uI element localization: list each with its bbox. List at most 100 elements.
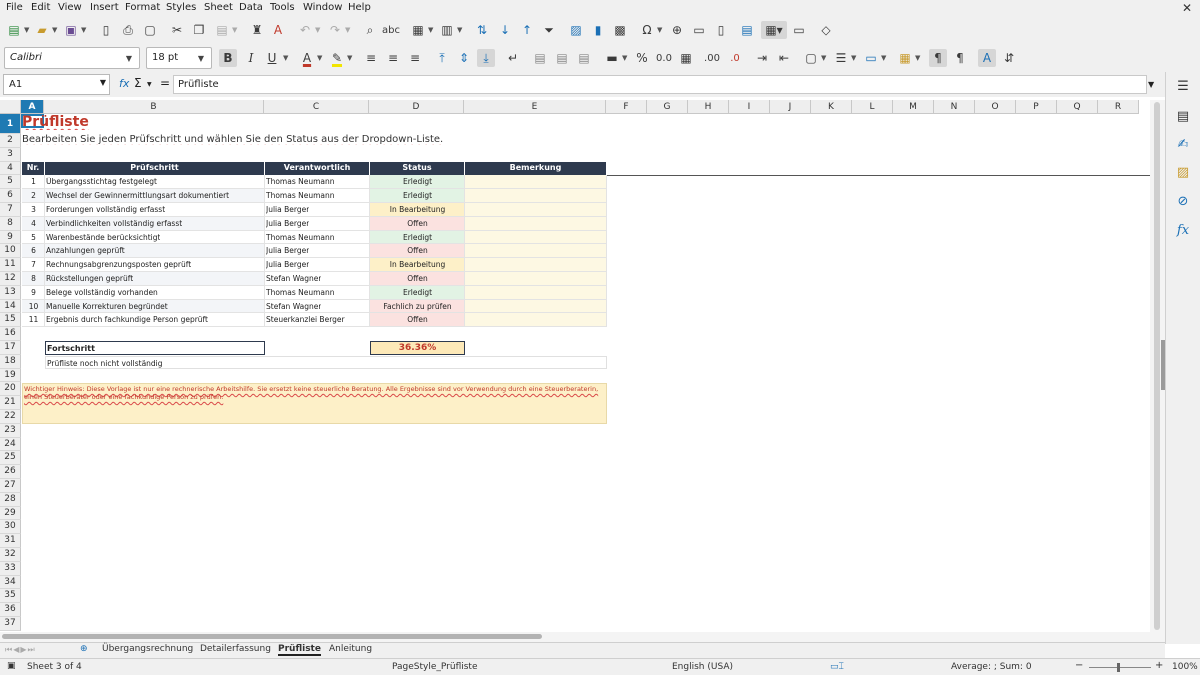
row-header[interactable]: 14 <box>0 299 21 314</box>
cell-nr[interactable]: 10 <box>22 299 45 314</box>
styles-icon[interactable]: ✍ <box>1174 135 1192 153</box>
progress-note-cell[interactable]: Prüfliste noch nicht vollständig <box>45 356 607 369</box>
chevron-down-icon[interactable]: ▼ <box>821 54 826 62</box>
cell-status[interactable]: Erledigt <box>370 285 465 300</box>
cell-step[interactable]: Belege vollständig vorhanden <box>45 285 265 300</box>
cell-step[interactable]: Rückstellungen geprüft <box>45 272 265 286</box>
cell-status[interactable]: Erledigt <box>370 230 465 245</box>
delete-decimal-icon[interactable]: .0 <box>726 49 744 67</box>
menu-window[interactable]: Window <box>303 2 342 13</box>
sheet-info[interactable]: Sheet 3 of 4 <box>27 662 82 672</box>
row-header[interactable]: 25 <box>0 451 21 466</box>
cell-step[interactable]: Verbindlichkeiten vollständig erfasst <box>45 216 265 231</box>
row-header[interactable]: 2 <box>0 134 21 148</box>
functions-icon[interactable]: fx <box>1174 221 1192 239</box>
row-header[interactable]: 29 <box>0 506 21 521</box>
bold-icon[interactable]: B <box>219 49 237 67</box>
align-center-icon[interactable]: ≡ <box>384 49 402 67</box>
row-header[interactable]: 32 <box>0 548 21 562</box>
chevron-down-icon[interactable]: ▼ <box>317 54 322 62</box>
image-icon[interactable]: ▨ <box>567 21 585 39</box>
cell-owner[interactable]: Thomas Neumann <box>265 230 370 245</box>
header-verantwortlich[interactable]: Verantwortlich <box>265 162 370 175</box>
cell-nr[interactable]: 6 <box>22 244 45 259</box>
progress-value-cell[interactable]: 36.36% <box>370 341 465 355</box>
menu-tools[interactable]: Tools <box>270 2 295 13</box>
merge-cells-icon[interactable]: ▤ <box>553 49 571 67</box>
zoom-level[interactable]: 100% <box>1172 662 1198 672</box>
cell-remark[interactable] <box>465 299 607 314</box>
freeze-icon[interactable]: ▦▾ <box>761 21 787 39</box>
name-box[interactable]: A1 ▼ <box>3 74 110 95</box>
text-vertical-icon[interactable]: ⇵ <box>1000 49 1018 67</box>
row-header[interactable]: 9 <box>0 230 21 245</box>
cell-nr[interactable]: 9 <box>22 285 45 300</box>
tab-uebergangsrechnung[interactable]: Übergangsrechnung <box>102 644 193 654</box>
cell-nr[interactable]: 2 <box>22 189 45 203</box>
add-sheet-icon[interactable]: ⊕ <box>80 644 88 654</box>
chevron-down-icon[interactable]: ▼ <box>881 54 886 62</box>
chevron-down-icon[interactable]: ▼ <box>192 49 210 67</box>
align-middle-icon[interactable]: ⇕ <box>455 49 473 67</box>
row-header[interactable]: 30 <box>0 520 21 535</box>
row-header[interactable]: 31 <box>0 534 21 548</box>
cell-nr[interactable]: 11 <box>22 313 45 328</box>
column-header[interactable]: C <box>264 100 369 114</box>
row-header[interactable]: 20 <box>0 382 21 397</box>
cell-nr[interactable]: 5 <box>22 230 45 245</box>
tab-pruefliste[interactable]: Prüfliste <box>278 644 321 656</box>
column-header[interactable]: F <box>606 100 647 114</box>
cell-nr[interactable]: 1 <box>22 175 45 190</box>
chevron-down-icon[interactable]: ▼ <box>315 26 320 34</box>
row-header[interactable]: 22 <box>0 410 21 424</box>
headers-footers-icon[interactable]: ▯ <box>712 21 730 39</box>
menu-styles[interactable]: Styles <box>166 2 196 13</box>
cell-owner[interactable]: Thomas Neumann <box>265 285 370 300</box>
selection-mode-icon[interactable]: ▭⌶ <box>830 662 844 672</box>
cell-owner[interactable]: Julia Berger <box>265 244 370 259</box>
cell-status[interactable]: Offen <box>370 216 465 231</box>
row-header[interactable]: 24 <box>0 437 21 452</box>
cell-remark[interactable] <box>465 272 607 286</box>
merge-center-icon[interactable]: ▤ <box>531 49 549 67</box>
font-color-icon[interactable]: A <box>298 49 316 67</box>
menu-format[interactable]: Format <box>125 2 160 13</box>
cell-owner[interactable]: Thomas Neumann <box>265 189 370 203</box>
properties-icon[interactable]: ▤ <box>1174 107 1192 125</box>
cell-step[interactable]: Anzahlungen geprüft <box>45 244 265 259</box>
date-format-icon[interactable]: ▦ <box>677 49 695 67</box>
text-horizontal-icon[interactable]: A <box>978 49 996 67</box>
comment-icon[interactable]: ▭ <box>690 21 708 39</box>
align-right-icon[interactable]: ≡ <box>406 49 424 67</box>
chevron-down-icon[interactable]: ▼ <box>52 26 57 34</box>
cell-status[interactable]: Fachlich zu prüfen <box>370 299 465 314</box>
show-draw-icon[interactable]: ◇ <box>817 21 835 39</box>
italic-icon[interactable]: I <box>242 49 260 67</box>
increase-indent-icon[interactable]: ⇥ <box>753 49 771 67</box>
row-icon[interactable]: ▦ <box>409 21 427 39</box>
cell-remark[interactable] <box>465 313 607 328</box>
chevron-down-icon[interactable]: ▼ <box>851 54 856 62</box>
cell-remark[interactable] <box>465 175 607 190</box>
highlight-color-icon[interactable]: ✎ <box>328 49 346 67</box>
menu-data[interactable]: Data <box>239 2 263 13</box>
row-header[interactable]: 13 <box>0 285 21 300</box>
cell-owner[interactable]: Thomas Neumann <box>265 175 370 190</box>
menu-help[interactable]: Help <box>348 2 371 13</box>
sort-icon[interactable]: ⇅ <box>473 21 491 39</box>
scroll-splitter[interactable] <box>1161 340 1165 390</box>
align-bottom-icon[interactable]: ⤓ <box>477 49 495 67</box>
underline-icon[interactable]: U <box>263 49 281 67</box>
align-left-icon[interactable]: ≡ <box>362 49 380 67</box>
row-header[interactable]: 19 <box>0 368 21 383</box>
column-header[interactable]: H <box>688 100 729 114</box>
column-header[interactable]: O <box>975 100 1016 114</box>
column-header[interactable]: N <box>934 100 975 114</box>
row-header[interactable]: 10 <box>0 244 21 259</box>
wrap-text-icon[interactable]: ↵ <box>504 49 522 67</box>
decrease-indent-icon[interactable]: ⇤ <box>775 49 793 67</box>
column-header[interactable]: B <box>44 100 264 114</box>
spelling-icon[interactable]: abc <box>382 21 400 39</box>
paste-icon[interactable]: ▤ <box>213 21 231 39</box>
row-header[interactable]: 6 <box>0 189 21 203</box>
